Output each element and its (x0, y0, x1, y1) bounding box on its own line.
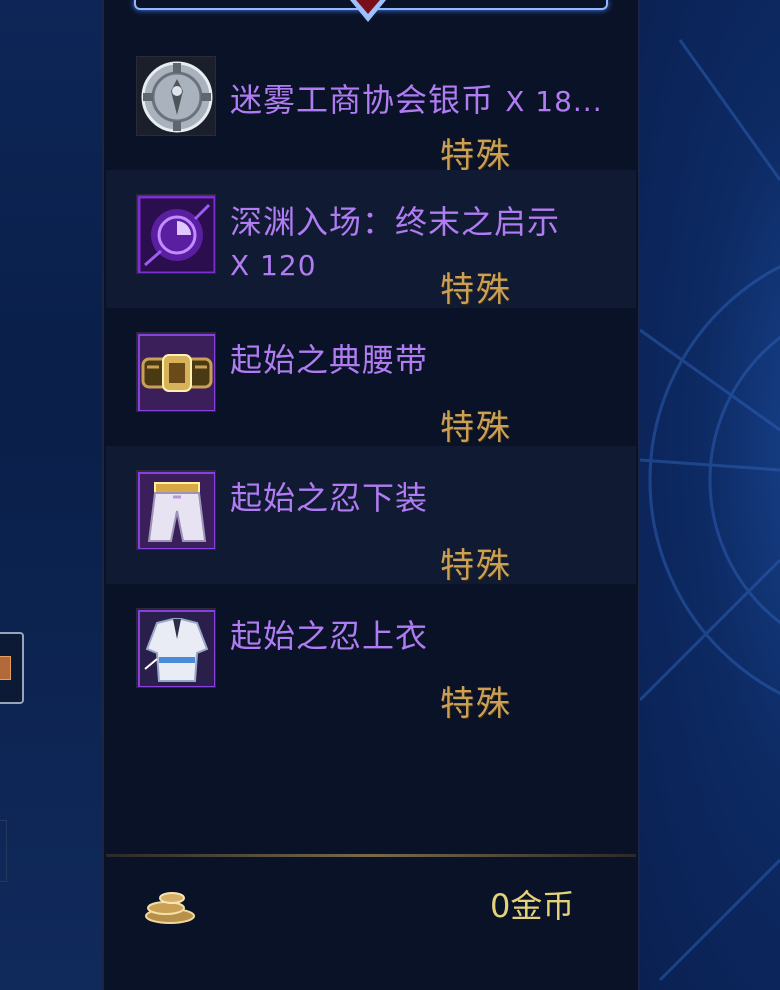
gold-coins-icon (142, 886, 198, 926)
silver-coin-icon (136, 56, 216, 136)
list-item[interactable]: 起始之忍下装 特殊 (106, 446, 636, 586)
list-item[interactable]: 迷雾工商协会银币 X 18... 特殊 (106, 50, 636, 176)
item-rarity: 特殊 (440, 270, 512, 310)
pants-icon (136, 470, 216, 550)
footer-divider (106, 854, 636, 857)
left-background (0, 0, 102, 990)
side-tab-icon (0, 656, 11, 680)
item-rarity: 特殊 (440, 546, 512, 586)
item-rarity: 特殊 (440, 684, 512, 724)
side-edge-mark (0, 820, 7, 882)
item-name: 起始之典腰带 (230, 341, 429, 379)
list-item[interactable]: 起始之忍上衣 特殊 (106, 584, 636, 724)
side-tab[interactable] (0, 632, 24, 704)
top-icon (136, 608, 216, 688)
list-item[interactable]: 起始之典腰带 特殊 (106, 308, 636, 448)
list-item[interactable]: 深渊入场：终末之启示 X 120 特殊 (106, 170, 636, 310)
abyss-ticket-icon (136, 194, 216, 274)
item-name: 起始之忍上衣 (230, 617, 429, 655)
panel-pointer-gem (356, 0, 380, 14)
item-rarity: 特殊 (440, 408, 512, 448)
item-name: 迷雾工商协会银币 X 18... (230, 81, 603, 119)
right-background (640, 0, 780, 990)
item-name: 起始之忍下装 (230, 479, 429, 517)
item-name: 深渊入场：终末之启示 X 120 (230, 203, 561, 282)
belt-icon (136, 332, 216, 412)
item-list: 迷雾工商协会银币 X 18... 特殊 深渊入场：终末之启示X 120 特殊 (106, 50, 636, 724)
gold-amount: 0金币 (490, 887, 575, 925)
